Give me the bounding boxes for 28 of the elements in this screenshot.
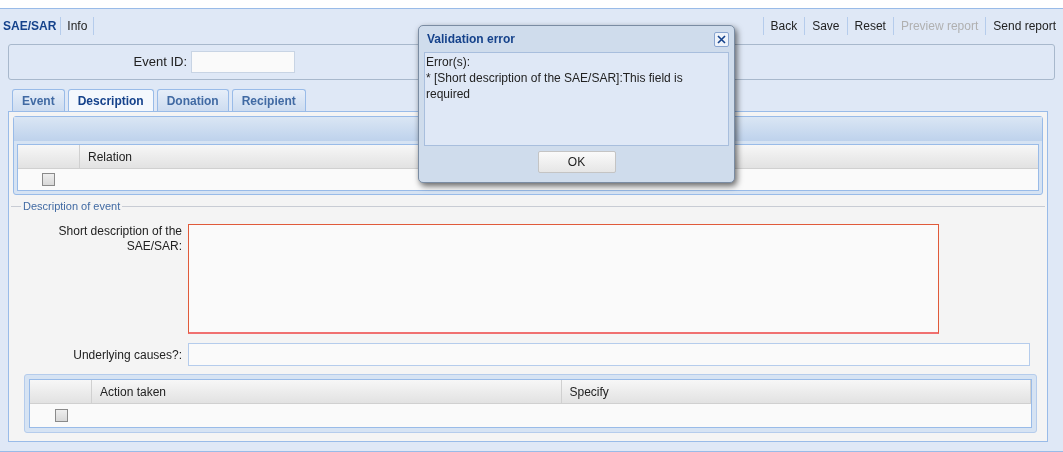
field-label: Short description of the SAE/SAR: xyxy=(57,224,182,255)
ok-button[interactable]: OK xyxy=(537,151,616,173)
short-description-field[interactable] xyxy=(188,224,939,334)
column-header[interactable]: Action taken xyxy=(92,380,562,403)
underlying-causes-field[interactable] xyxy=(188,343,1030,366)
column-header[interactable]: Relation xyxy=(80,145,380,168)
field-label: Event ID: xyxy=(132,53,188,72)
fieldset-legend: Description of event xyxy=(21,199,123,213)
column-header[interactable]: Specify xyxy=(561,380,1031,403)
close-button[interactable] xyxy=(714,31,729,47)
toolbar-button[interactable]: Back xyxy=(763,16,805,35)
tab[interactable]: Recipient xyxy=(231,89,306,111)
field-label: Underlying causes?: xyxy=(72,346,183,364)
tab[interactable]: Donation xyxy=(156,89,229,111)
close-icon xyxy=(717,34,726,44)
tab[interactable]: Event xyxy=(12,89,65,111)
checkbox[interactable] xyxy=(55,409,68,422)
event-id-field[interactable] xyxy=(191,51,295,73)
toolbar-button[interactable]: Reset xyxy=(847,16,893,35)
toolbar-button[interactable]: Send report xyxy=(986,16,1063,35)
toolbar-button[interactable]: Save xyxy=(805,16,847,35)
app-title: SAE/SAR xyxy=(2,17,58,35)
toolbar-button[interactable]: Info xyxy=(61,16,94,35)
error-message: * [Short description of the SAE/SAR]:This field is required xyxy=(426,70,684,102)
dialog-title: Validation error xyxy=(426,31,517,48)
error-message: Error(s): xyxy=(426,54,471,70)
tab[interactable]: Description xyxy=(67,89,154,111)
checkbox[interactable] xyxy=(42,173,55,186)
